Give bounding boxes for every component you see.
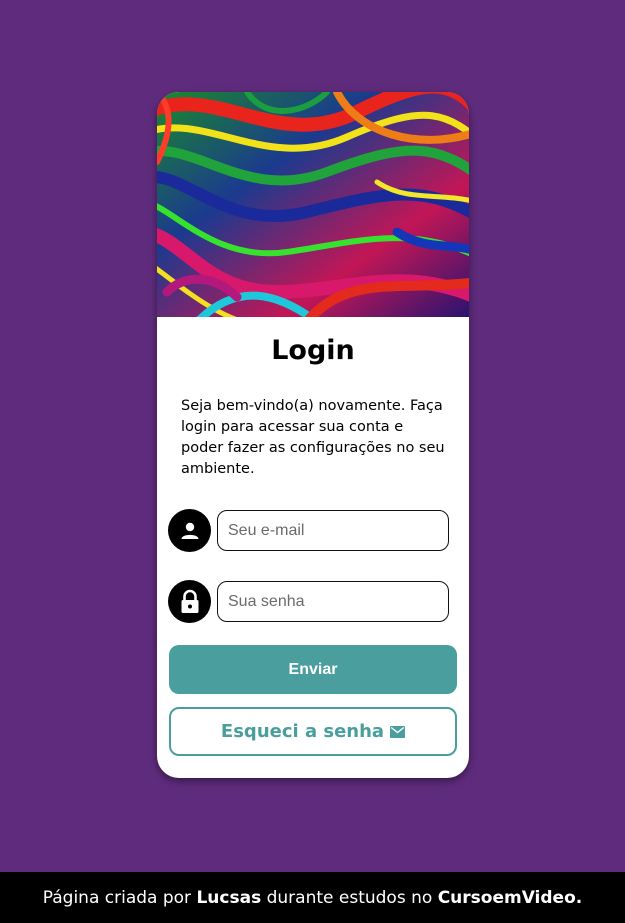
footer-middle: durante estudos no <box>266 887 433 908</box>
footer-prefix: Página criada por <box>42 887 192 908</box>
send-button[interactable]: Enviar <box>169 645 457 694</box>
person-icon <box>168 509 211 552</box>
email-input[interactable] <box>217 510 449 551</box>
login-card: Login Seja bem-vindo(a) novamente. Faça … <box>157 92 469 778</box>
intro-text: Seja bem-vindo(a) novamente. Faça login … <box>181 398 445 477</box>
page-title: Login <box>271 335 355 366</box>
password-input[interactable] <box>217 581 449 622</box>
lock-icon <box>168 580 211 623</box>
footer-course: CursoemVideo. <box>437 887 583 908</box>
mail-icon <box>390 725 406 738</box>
password-row <box>168 580 449 623</box>
email-row <box>168 509 449 552</box>
footer-author: Lucsas <box>196 887 262 908</box>
forgot-password-button[interactable]: Esqueci a senha <box>169 707 457 756</box>
page-footer: Página criada por Lucsas durante estudos… <box>0 872 625 923</box>
forgot-password-label: Esqueci a senha <box>220 721 385 742</box>
marbled-art-image <box>157 92 469 317</box>
